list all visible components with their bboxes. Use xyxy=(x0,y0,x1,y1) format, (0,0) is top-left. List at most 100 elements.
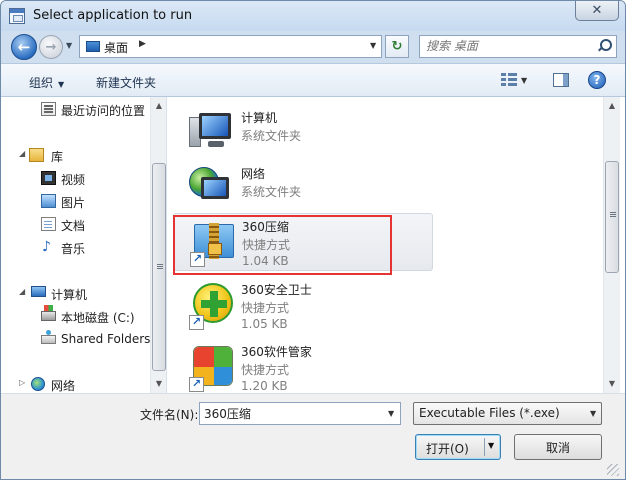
sidebar-item-computer[interactable]: ◢ 计算机 xyxy=(1,283,151,303)
recent-locations-dropdown[interactable]: ▼ xyxy=(66,41,72,50)
sidebar-item-label: 视频 xyxy=(61,173,86,187)
network-icon xyxy=(187,165,235,209)
back-arrow-icon: ← xyxy=(17,38,31,56)
file-name: 360安全卫士 xyxy=(241,283,312,297)
computer-icon xyxy=(187,109,235,153)
navigation-pane-scrollbar[interactable]: ▲ ▼ xyxy=(150,97,166,393)
shared-folders-icon xyxy=(41,330,56,344)
scrollbar-grip-icon xyxy=(157,264,163,265)
sidebar-item-documents[interactable]: 文档 xyxy=(1,214,151,234)
sidebar-item-shared-folders[interactable]: Shared Folders xyxy=(1,329,151,349)
file-name: 计算机 xyxy=(241,111,278,125)
breadcrumb-chevron-icon[interactable]: ▶ xyxy=(139,39,146,49)
open-button-label: 打开(O) xyxy=(426,442,469,456)
sidebar-item-label: 本地磁盘 (C:) xyxy=(61,311,135,325)
filename-label: 文件名(N): xyxy=(140,408,199,422)
sidebar-item-recent-places[interactable]: 最近访问的位置 xyxy=(1,99,151,119)
sidebar-item-pictures[interactable]: 图片 xyxy=(1,191,151,211)
video-icon xyxy=(41,171,56,185)
documents-icon xyxy=(41,217,56,231)
filename-combobox[interactable]: ▼ xyxy=(199,402,401,425)
sidebar-item-label: 最近访问的位置 xyxy=(61,104,146,118)
filetype-select[interactable]: Executable Files (*.exe) ▼ xyxy=(413,402,602,425)
computer-icon xyxy=(31,286,46,297)
search-icon[interactable] xyxy=(597,39,612,53)
sidebar-item-label: 音乐 xyxy=(61,242,86,256)
navigation-bar: ← → ▼ 桌面 ▶ ▼ ↻ xyxy=(1,31,625,63)
file-item-computer[interactable]: 计算机 系统文件夹 xyxy=(173,105,433,157)
filetype-dropdown-icon[interactable]: ▼ xyxy=(590,409,596,418)
forward-button[interactable]: → xyxy=(39,35,63,59)
view-dropdown-icon[interactable]: ▼ xyxy=(521,76,527,85)
file-list-scrollbar[interactable]: ▲ ▼ xyxy=(603,97,620,393)
expand-triangle-icon[interactable]: ▷ xyxy=(19,378,25,387)
title-bar[interactable]: Select application to run ✕ xyxy=(1,1,625,31)
new-folder-button[interactable]: 新建文件夹 xyxy=(96,74,156,91)
scroll-up-arrow-icon[interactable]: ▲ xyxy=(604,97,620,113)
filename-input[interactable] xyxy=(204,406,374,420)
expand-triangle-icon[interactable]: ◢ xyxy=(19,149,25,158)
scroll-down-arrow-icon[interactable]: ▼ xyxy=(604,375,620,391)
file-type: 快捷方式 xyxy=(241,301,290,315)
split-divider xyxy=(484,438,485,456)
filetype-value: Executable Files (*.exe) xyxy=(419,406,560,420)
scrollbar-thumb[interactable] xyxy=(605,161,619,273)
command-bar: 组织 ▼ 新建文件夹 ▼ ? xyxy=(1,63,625,97)
library-icon xyxy=(29,148,44,162)
expand-triangle-icon[interactable]: ◢ xyxy=(19,287,25,296)
scrollbar-grip-icon xyxy=(610,212,616,213)
view-options-icon[interactable] xyxy=(501,73,517,87)
highlight-annotation xyxy=(173,215,392,275)
organize-button[interactable]: 组织 ▼ xyxy=(29,74,64,91)
close-button[interactable]: ✕ xyxy=(575,1,619,21)
sidebar-item-label: 网络 xyxy=(51,379,76,393)
scroll-down-arrow-icon[interactable]: ▼ xyxy=(151,375,166,391)
file-type: 系统文件夹 xyxy=(241,129,302,143)
sidebar-item-label: Shared Folders xyxy=(61,332,151,346)
open-options-dropdown-icon[interactable]: ▼ xyxy=(488,441,494,450)
file-name: 网络 xyxy=(241,167,266,181)
scroll-up-arrow-icon[interactable]: ▲ xyxy=(151,97,166,113)
file-size: 1.05 KB xyxy=(241,317,288,331)
scrollbar-thumb[interactable] xyxy=(152,163,166,371)
window-icon xyxy=(9,8,25,24)
file-item-360-software-manager[interactable]: ↗ 360软件管家 快捷方式 1.20 KB xyxy=(173,339,433,393)
sidebar-item-label: 计算机 xyxy=(51,288,88,302)
sidebar-item-label: 库 xyxy=(51,150,64,164)
refresh-icon: ↻ xyxy=(391,39,403,54)
file-item-network[interactable]: 网络 系统文件夹 xyxy=(173,161,433,213)
close-icon: ✕ xyxy=(591,3,603,18)
refresh-button[interactable]: ↻ xyxy=(385,35,409,58)
shortcut-arrow-icon: ↗ xyxy=(189,377,204,392)
preview-pane-icon[interactable] xyxy=(553,73,569,87)
sidebar-item-library[interactable]: ◢ 库 xyxy=(1,145,151,165)
filename-dropdown-icon[interactable]: ▼ xyxy=(388,409,394,418)
file-item-360-security[interactable]: ↗ 360安全卫士 快捷方式 1.05 KB xyxy=(173,277,433,335)
shortcut-arrow-icon: ↗ xyxy=(189,315,204,330)
network-icon xyxy=(31,377,45,391)
music-icon: ♪ xyxy=(42,239,51,255)
desktop-icon xyxy=(86,41,100,52)
sidebar-item-network[interactable]: ▷ 网络 xyxy=(1,374,151,393)
sidebar-item-video[interactable]: 视频 xyxy=(1,168,151,188)
sidebar-item-label: 文档 xyxy=(61,219,86,233)
address-dropdown-icon[interactable]: ▼ xyxy=(370,41,376,50)
resize-grip-icon[interactable] xyxy=(607,464,619,476)
search-input[interactable] xyxy=(426,39,586,53)
address-bar[interactable]: 桌面 ▶ ▼ xyxy=(79,35,382,58)
local-disk-icon xyxy=(41,305,56,321)
file-type: 快捷方式 xyxy=(241,363,290,377)
navigation-pane: 最近访问的位置 ◢ 库 视频 图片 文档 ♪ 音乐 ◢ 计算机 本地磁盘 (C:… xyxy=(1,97,167,393)
cancel-button[interactable]: 取消 xyxy=(514,434,602,460)
back-button[interactable]: ← xyxy=(11,34,37,60)
open-button[interactable]: 打开(O) ▼ xyxy=(415,434,501,460)
help-icon[interactable]: ? xyxy=(588,71,606,89)
pictures-icon xyxy=(41,194,56,208)
sidebar-item-local-disk[interactable]: 本地磁盘 (C:) xyxy=(1,305,151,326)
search-box[interactable] xyxy=(419,35,617,58)
sidebar-item-music[interactable]: ♪ 音乐 xyxy=(1,237,151,257)
forward-arrow-icon: → xyxy=(45,39,57,55)
breadcrumb-desktop[interactable]: 桌面 xyxy=(104,39,128,56)
dialog-footer: 文件名(N): ▼ Executable Files (*.exe) ▼ 打开(… xyxy=(1,393,625,479)
chevron-down-icon: ▼ xyxy=(58,80,65,89)
